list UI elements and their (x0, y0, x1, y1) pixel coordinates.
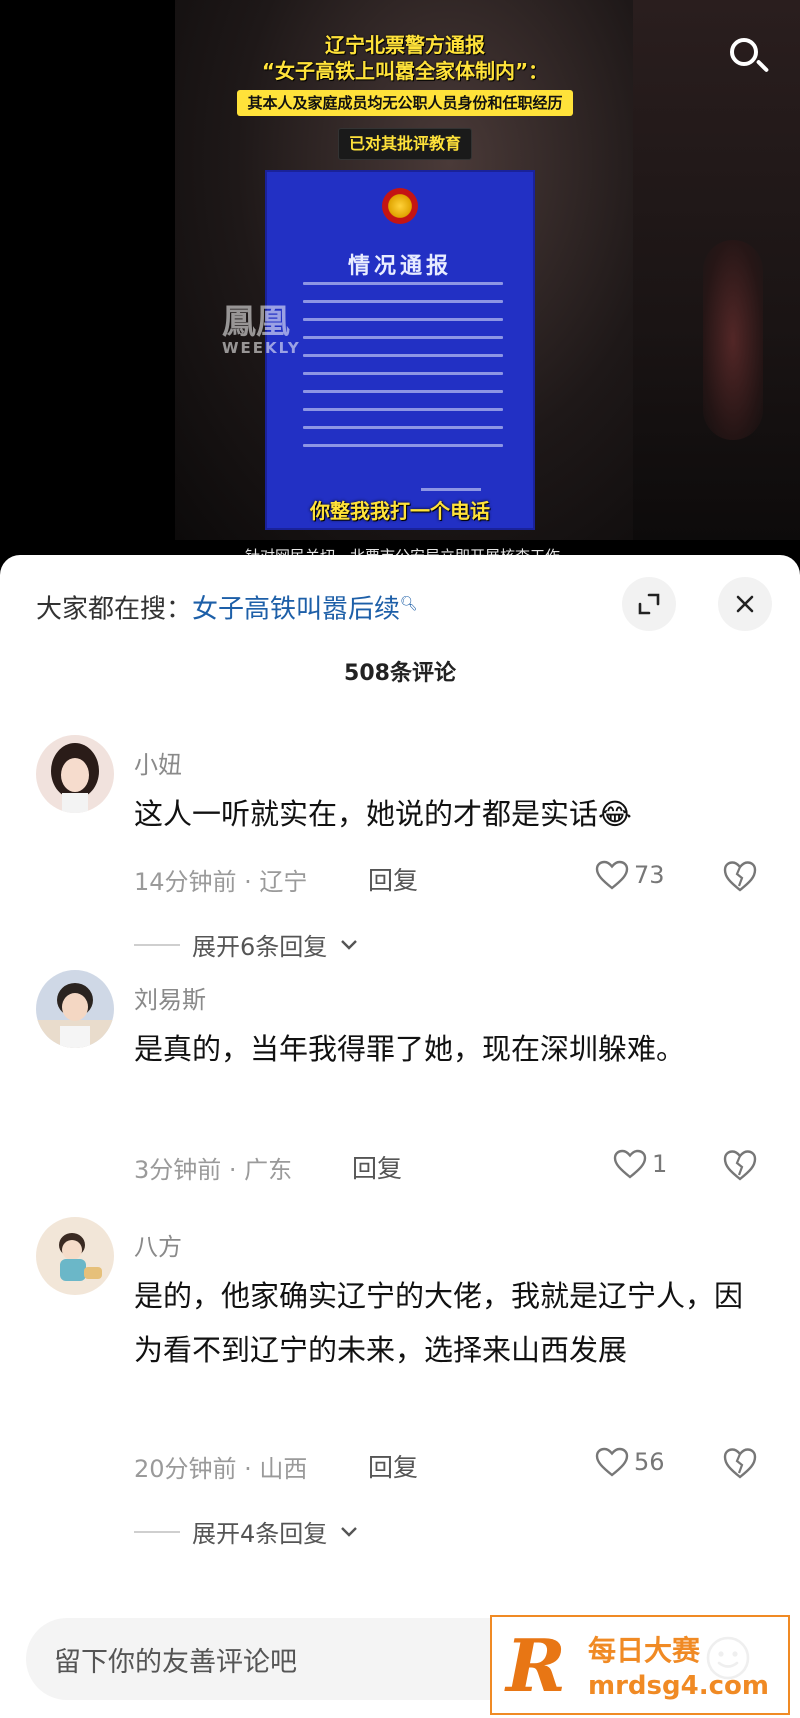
expand-sheet-button[interactable] (622, 577, 676, 631)
promo-watermark: R 每日大赛 mrdsg4.com (490, 1615, 790, 1715)
comment-author[interactable]: 小妞 (134, 745, 182, 780)
reply-button[interactable]: 回复 (368, 1448, 418, 1484)
watermark-weekly-text: WEEKLY (222, 339, 301, 357)
weekly-watermark: 鳳凰 WEEKLY (222, 305, 301, 357)
video-headline: 辽宁北票警方通报 “女子高铁上叫嚣全家体制内”： 其本人及家庭成员均无公职人员身… (210, 32, 600, 160)
like-count: 73 (634, 861, 665, 889)
close-icon (736, 595, 754, 613)
notice-body-text (303, 282, 503, 462)
video-subtitle: 你整我我打一个电话 (310, 499, 490, 523)
comment-text: 是的，他家确实辽宁的大佬，我就是辽宁人，因为看不到辽宁的未来，选择来山西发展 (134, 1279, 744, 1367)
comment-input-placeholder: 留下你的友善评论吧 (54, 1647, 297, 1678)
promo-url: mrdsg4.com (588, 1671, 769, 1701)
comment-author[interactable]: 刘易斯 (134, 980, 206, 1015)
notice-signature (421, 488, 481, 491)
expand-replies-button[interactable]: 展开6条回复 (134, 927, 359, 962)
comment-meta: 3分钟前 · 广东 (134, 1156, 293, 1184)
headline-line-3: 其本人及家庭成员均无公职人员身份和任职经历 (237, 90, 573, 116)
dislike-button[interactable] (722, 1446, 758, 1484)
broken-heart-icon (723, 1448, 757, 1479)
like-button[interactable]: 56 (594, 1446, 665, 1478)
like-count: 1 (652, 1150, 668, 1178)
avatar[interactable] (36, 1217, 114, 1295)
chevron-down-icon (341, 939, 358, 950)
trending-search[interactable]: 大家都在搜：女子高铁叫嚣后续🔍︎ (36, 587, 418, 627)
reply-button[interactable]: 回复 (352, 1149, 402, 1185)
search-button[interactable] (722, 30, 774, 82)
notice-title: 情况通报 (347, 253, 452, 279)
comment-meta: 14分钟前 · 辽宁 (134, 868, 308, 896)
broken-heart-icon (723, 861, 757, 892)
dislike-button[interactable] (722, 1148, 758, 1186)
trending-search-label: 大家都在搜： (36, 594, 193, 625)
comment-sheet: 大家都在搜：女子高铁叫嚣后续🔍︎ 508条评论 小妞 这人一听就实在，她说的才都… (0, 555, 800, 1718)
headline-line-4: 已对其批评教育 (337, 128, 472, 160)
promo-title: 每日大赛 (588, 1634, 701, 1667)
headline-line-1: 辽宁北票警方通报 (325, 33, 485, 57)
like-count: 56 (634, 1448, 665, 1476)
police-notice-document: 情况通报 你整我我打一个电话 (265, 170, 535, 530)
comment-text: 是真的，当年我得罪了她，现在深圳躲难。 (134, 1032, 686, 1066)
expand-replies-label: 展开4条回复 (192, 1520, 328, 1548)
comment-author[interactable]: 八方 (134, 1227, 182, 1262)
reply-button[interactable]: 回复 (368, 861, 418, 897)
comment-count: 508条评论 (344, 661, 456, 686)
search-small-icon: 🔍︎ (400, 596, 418, 612)
like-button[interactable]: 1 (612, 1148, 667, 1180)
promo-logo: R (506, 1623, 566, 1708)
expand-replies-label: 展开6条回复 (192, 933, 328, 961)
video-background (633, 0, 800, 540)
like-button[interactable]: 73 (594, 859, 665, 891)
search-icon (730, 38, 758, 66)
close-sheet-button[interactable] (718, 577, 772, 631)
avatar[interactable] (36, 735, 114, 813)
heart-icon (595, 860, 629, 890)
comment-meta: 20分钟前 · 山西 (134, 1455, 308, 1483)
watermark-logo-text: 鳳凰 (222, 302, 290, 342)
heart-icon (613, 1149, 647, 1179)
expand-replies-button[interactable]: 展开4条回复 (134, 1514, 359, 1549)
avatar[interactable] (36, 970, 114, 1048)
video-player[interactable]: 辽宁北票警方通报 “女子高铁上叫嚣全家体制内”： 其本人及家庭成员均无公职人员身… (0, 0, 800, 560)
trending-search-keyword[interactable]: 女子高铁叫嚣后续 (192, 595, 400, 625)
broken-heart-icon (723, 1150, 757, 1181)
dislike-button[interactable] (722, 859, 758, 897)
expand-icon (638, 593, 660, 615)
police-emblem-icon (382, 188, 418, 224)
heart-icon (595, 1447, 629, 1477)
comment-text: 这人一听就实在，她说的才都是实话😂 (134, 797, 632, 831)
chevron-down-icon (341, 1526, 358, 1537)
headline-line-2: “女子高铁上叫嚣全家体制内”： (261, 59, 549, 83)
